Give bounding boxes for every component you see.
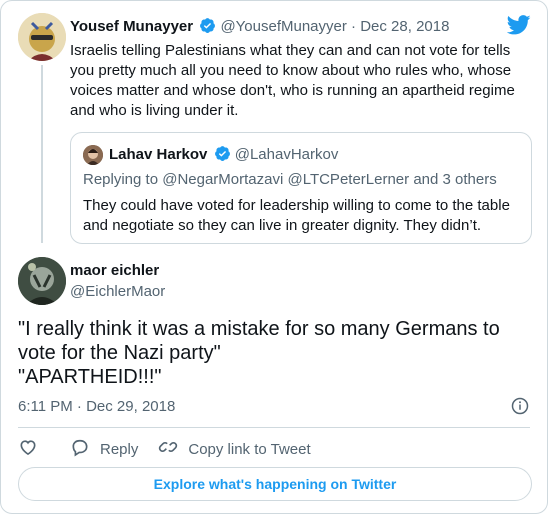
reply-icon [70, 437, 100, 461]
info-icon[interactable] [511, 397, 529, 420]
twitter-bird-icon[interactable] [506, 15, 531, 40]
thread-connector-line [41, 65, 43, 243]
main-author-avatar[interactable] [18, 257, 66, 305]
divider [18, 427, 530, 428]
parent-tweet-header: Yousef Munayyer @YousefMunayyer · Dec 28… [70, 17, 449, 38]
copy-link-label: Copy link to Tweet [188, 440, 311, 458]
tweet-actions: Reply Copy link to Tweet [18, 438, 311, 460]
main-author-handle[interactable]: @EichlerMaor [70, 283, 165, 300]
quoted-tweet[interactable]: Lahav Harkov @LahavHarkov Replying to @N… [70, 132, 532, 244]
parent-tweet-date[interactable]: Dec 28, 2018 [360, 18, 449, 35]
verified-badge-icon [199, 17, 216, 38]
main-tweet-line: "I really think it was a mistake for so … [18, 318, 500, 340]
reply-label: Reply [100, 440, 139, 458]
verified-badge-icon [214, 145, 231, 166]
parent-author-name[interactable]: Yousef Munayyer [70, 18, 193, 35]
main-tweet-line: "APARTHEID!!!" [18, 366, 162, 388]
parent-author-avatar[interactable] [18, 13, 66, 61]
explore-twitter-button[interactable]: Explore what's happening on Twitter [18, 467, 532, 501]
tweet-embed-card: Yousef Munayyer @YousefMunayyer · Dec 28… [0, 0, 548, 514]
parent-tweet-text: Israelis telling Palestinians what they … [70, 42, 515, 119]
quoted-replying-to: Replying to @NegarMortazavi @LTCPeterLer… [83, 171, 497, 188]
reply-button[interactable]: Reply [70, 437, 138, 461]
copy-link-icon [158, 437, 188, 461]
explore-button-label: Explore what's happening on Twitter [153, 476, 397, 492]
replying-to-handles: @NegarMortazavi @LTCPeterLerner and 3 ot… [162, 171, 497, 188]
replying-to-prefix: Replying to [83, 171, 159, 188]
heart-icon [18, 437, 38, 461]
tweet-timestamp[interactable]: 6:11 PM · Dec 29, 2018 [18, 398, 175, 415]
main-tweet-text: "I really think it was a mistake for so … [18, 317, 528, 389]
copy-link-button[interactable]: Copy link to Tweet [158, 437, 311, 461]
main-author-name[interactable]: maor eichler [70, 262, 159, 279]
main-tweet-line: vote for the Nazi party" [18, 342, 221, 364]
parent-author-handle[interactable]: @YousefMunayyer [220, 18, 346, 35]
quoted-tweet-header: Lahav Harkov @LahavHarkov [109, 145, 338, 166]
like-button[interactable] [18, 437, 38, 461]
quoted-author-name: Lahav Harkov [109, 146, 208, 163]
quoted-author-handle: @LahavHarkov [234, 146, 339, 163]
quoted-author-avatar [83, 145, 103, 165]
header-separator: · [351, 18, 357, 35]
quoted-tweet-text: They could have voted for leadership wil… [83, 197, 510, 234]
